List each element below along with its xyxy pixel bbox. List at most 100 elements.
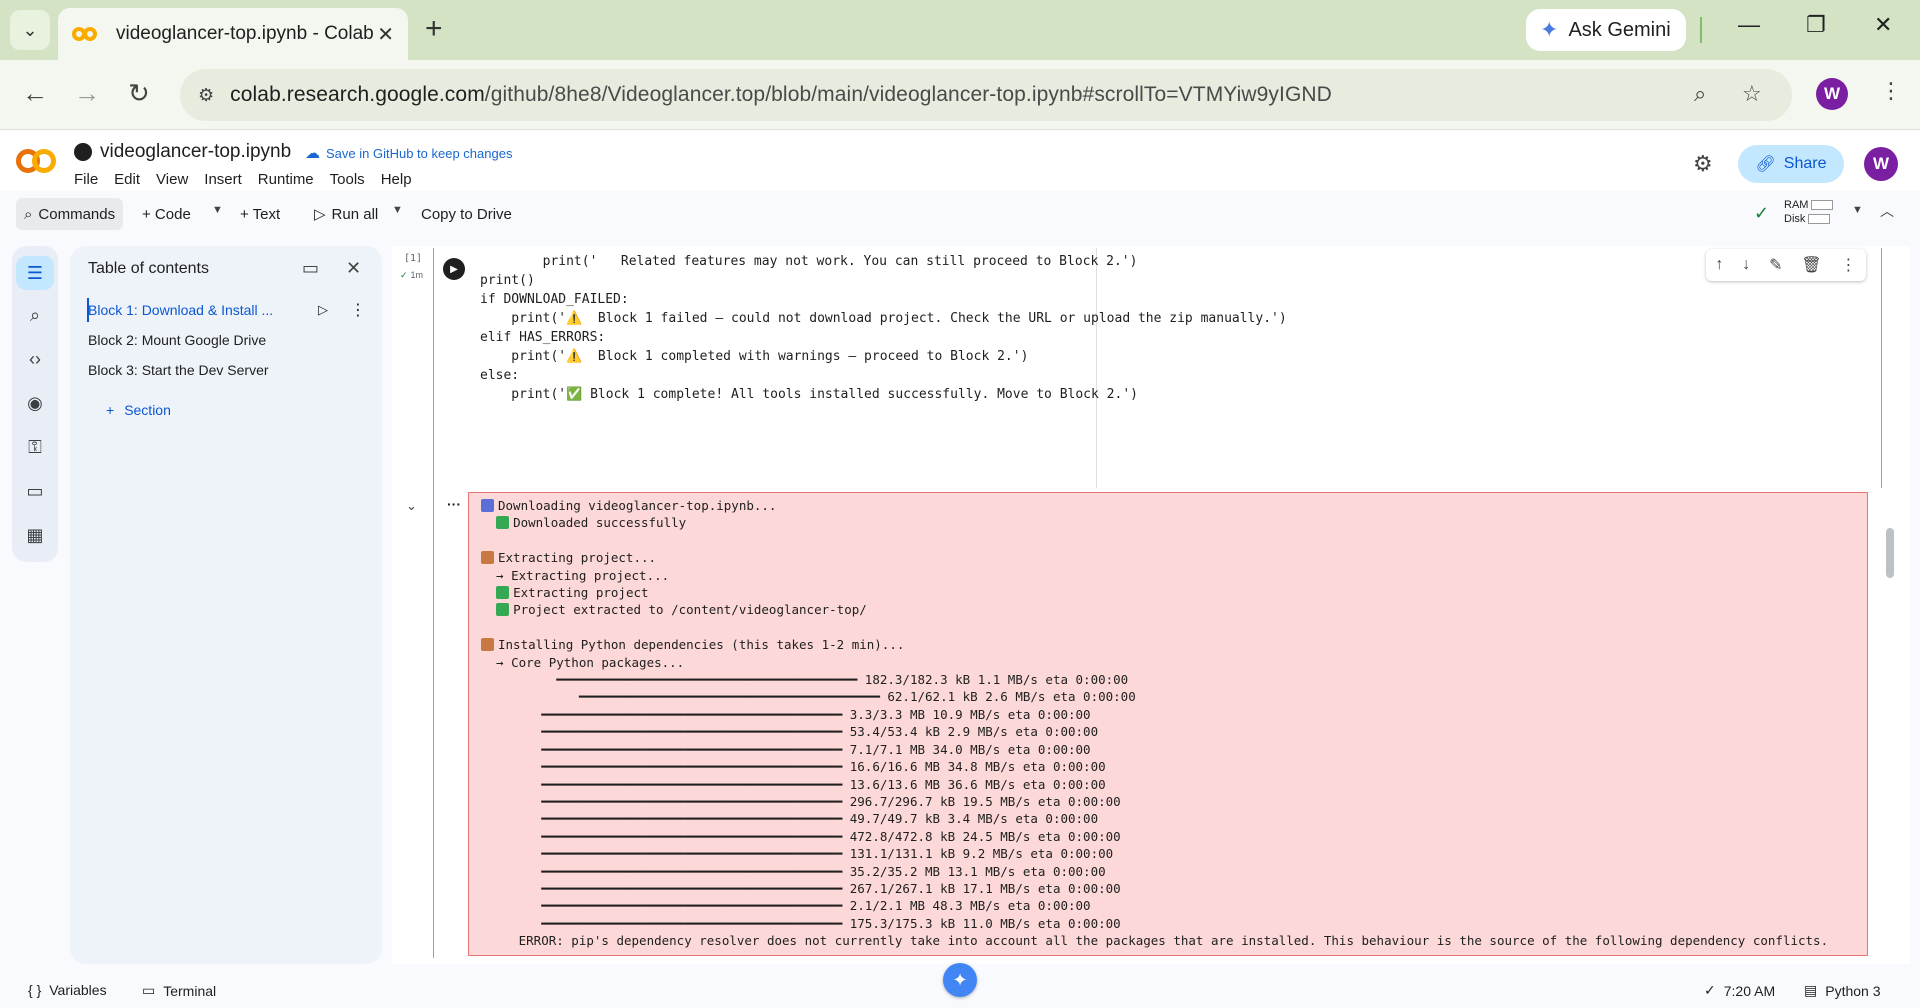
output-line-text: ━━━━━━━━━━━━━━━━━━━━━━━━━━━━━━━━━━━━━━━━…	[481, 863, 1106, 879]
notebook-title[interactable]: videoglancer-top.ipynb	[74, 141, 291, 163]
output-line-text	[481, 620, 489, 635]
tab-close-icon[interactable]: ✕	[377, 22, 394, 47]
new-tab-button[interactable]: +	[425, 14, 443, 44]
runtime-caret-icon[interactable]: ▼	[1852, 204, 1863, 216]
check-mark-icon	[496, 586, 510, 600]
gemini-fab-sparkle-icon[interactable]: ✦	[943, 963, 977, 997]
url-path: /github/8he8/Videoglancer.top/blob/main/…	[484, 83, 1332, 106]
notebook-toolbar: ⌕ Commands + Code ▼ + Text ▷ Run all ▼ C…	[0, 196, 1920, 232]
toc-item-block-2[interactable]: Block 2: Mount Google Drive	[88, 332, 288, 348]
url-omnibox[interactable]: ⚙ colab.research.google.com/github/8he8/…	[180, 69, 1792, 121]
tab-divider	[1700, 17, 1702, 43]
output-line-text: ━━━━━━━━━━━━━━━━━━━━━━━━━━━━━━━━━━━━━━━━…	[481, 811, 1099, 827]
package-icon	[481, 638, 494, 652]
save-in-github-link[interactable]: ☁ Save in GitHub to keep changes	[305, 144, 512, 162]
menu-view[interactable]: View	[156, 171, 188, 188]
menu-file[interactable]: File	[74, 171, 98, 188]
add-text-button[interactable]: + Text	[240, 202, 280, 226]
code-snippets-icon[interactable]: ‹›	[24, 348, 46, 370]
toc-run-section-icon[interactable]: ▷	[318, 302, 328, 318]
toc-item-block-1[interactable]: Block 1: Download & Install ...	[88, 302, 278, 318]
settings-gear-icon[interactable]: ⚙	[1693, 151, 1713, 177]
close-panel-icon[interactable]: ✕	[346, 258, 361, 279]
tab-title: videoglancer-top.ipynb - Colab	[116, 23, 374, 44]
reload-icon[interactable]: ↻	[128, 78, 150, 109]
browser-menu-icon[interactable]: ⋮	[1880, 78, 1902, 104]
disk-label: Disk	[1784, 213, 1806, 225]
add-section-button[interactable]: + Section	[106, 402, 171, 418]
menu-runtime[interactable]: Runtime	[258, 171, 314, 188]
run-cell-button[interactable]: ▶	[443, 258, 465, 280]
cloud-off-icon: ☁	[305, 145, 320, 162]
collapse-output-icon[interactable]: ⌄	[406, 498, 417, 514]
commands-button[interactable]: ⌕ Commands	[16, 198, 124, 230]
restore-button[interactable]: ❐	[1806, 12, 1826, 38]
data-table-icon[interactable]: ▦	[24, 524, 46, 546]
last-run-status[interactable]: ✓ 7:20 AM	[1704, 982, 1775, 999]
ram-disk-indicator[interactable]: RAM Disk	[1784, 198, 1834, 226]
move-down-icon[interactable]: ↓	[1742, 256, 1750, 274]
add-code-button[interactable]: + Code	[142, 202, 191, 226]
code-editor[interactable]: print(' Related features may not work. Y…	[480, 252, 1287, 404]
save-in-github-label: Save in GitHub to keep changes	[326, 145, 513, 161]
output-line: ━━━━━━━━━━━━━━━━━━━━━━━━━━━━━━━━━━━━━━━━…	[481, 880, 1828, 897]
move-up-icon[interactable]: ↑	[1715, 256, 1723, 274]
table-of-contents-icon[interactable]: ☰	[16, 256, 54, 290]
run-all-caret-icon[interactable]: ▼	[392, 204, 403, 216]
output-line: ━━━━━━━━━━━━━━━━━━━━━━━━━━━━━━━━━━━━━━━━…	[481, 828, 1828, 845]
menu-edit[interactable]: Edit	[114, 171, 140, 188]
copy-to-drive-button[interactable]: Copy to Drive	[421, 202, 512, 226]
find-replace-icon[interactable]: ⌕	[24, 304, 46, 326]
colab-logo-icon[interactable]	[16, 147, 58, 175]
minimize-button[interactable]: —	[1738, 12, 1760, 38]
forward-arrow-icon[interactable]: →	[74, 78, 100, 109]
menu-insert[interactable]: Insert	[204, 171, 242, 188]
zoom-magnifier-icon[interactable]: ⌕	[1694, 81, 1706, 107]
terminal-icon: ▭	[142, 982, 156, 998]
output-line-text	[481, 533, 489, 548]
variables-button[interactable]: { } Variables	[28, 982, 107, 998]
delete-trash-icon[interactable]: 🗑︎	[1801, 255, 1821, 275]
output-line-text: Installing Python dependencies (this tak…	[498, 637, 905, 653]
runtime-type[interactable]: ▤ Python 3	[1804, 982, 1881, 999]
browser-tab[interactable]: videoglancer-top.ipynb - Colab ✕	[58, 8, 408, 60]
back-arrow-icon[interactable]: ←	[22, 78, 48, 109]
user-avatar[interactable]: W	[1864, 147, 1898, 181]
toc-more-icon[interactable]: ⋮	[350, 300, 366, 320]
cell-more-icon[interactable]: ⋮	[1841, 255, 1857, 275]
secrets-key-icon[interactable]: ⚿	[24, 436, 46, 458]
exec-time-label: 1m	[410, 270, 424, 280]
menu-tools[interactable]: Tools	[330, 171, 365, 188]
output-line-text: ━━━━━━━━━━━━━━━━━━━━━━━━━━━━━━━━━━━━━━━━…	[481, 898, 1091, 914]
code-line: else:	[480, 368, 520, 383]
add-code-caret-icon[interactable]: ▼	[212, 204, 223, 216]
output-line-text: ━━━━━━━━━━━━━━━━━━━━━━━━━━━━━━━━━━━━━━━━…	[481, 724, 1099, 740]
terminal-button[interactable]: ▭ Terminal	[142, 982, 216, 999]
code-line: if DOWNLOAD_FAILED:	[480, 292, 629, 307]
toc-item-block-3[interactable]: Block 3: Start the Dev Server	[88, 362, 288, 378]
output-line-text: ━━━━━━━━━━━━━━━━━━━━━━━━━━━━━━━━━━━━━━━━…	[481, 689, 1136, 705]
output-line: ━━━━━━━━━━━━━━━━━━━━━━━━━━━━━━━━━━━━━━━━…	[481, 741, 1828, 758]
github-icon	[74, 143, 92, 161]
bookmark-star-icon[interactable]: ☆	[1742, 81, 1762, 107]
plus-icon: +	[106, 402, 115, 418]
output-line-text: ━━━━━━━━━━━━━━━━━━━━━━━━━━━━━━━━━━━━━━━━…	[481, 828, 1121, 844]
collapse-header-icon[interactable]: ︿	[1880, 201, 1894, 221]
ask-gemini-button[interactable]: ✦ Ask Gemini	[1526, 9, 1686, 51]
browser-profile-avatar[interactable]: W	[1816, 78, 1848, 110]
run-all-button[interactable]: ▷ Run all	[314, 202, 378, 226]
close-window-button[interactable]: ✕	[1874, 12, 1892, 38]
tab-search-chevron-icon[interactable]: ⌄	[10, 10, 50, 50]
menu-help[interactable]: Help	[381, 171, 412, 188]
output-scrollbar[interactable]	[1886, 528, 1894, 578]
variable-inspector-icon[interactable]: ◉	[24, 392, 46, 414]
share-button[interactable]: 🔗︎ Share	[1738, 145, 1844, 183]
output-actions-icon[interactable]: ···	[447, 496, 461, 512]
output-line: Installing Python dependencies (this tak…	[481, 636, 1828, 653]
open-in-tab-icon[interactable]: ▭	[302, 258, 319, 279]
site-info-icon[interactable]: ⚙	[198, 85, 214, 106]
edit-pencil-icon[interactable]: ✎	[1769, 255, 1782, 275]
files-folder-icon[interactable]: ▭	[24, 480, 46, 502]
ram-label: RAM	[1784, 199, 1809, 211]
exec-check-icon: ✓	[400, 270, 408, 280]
